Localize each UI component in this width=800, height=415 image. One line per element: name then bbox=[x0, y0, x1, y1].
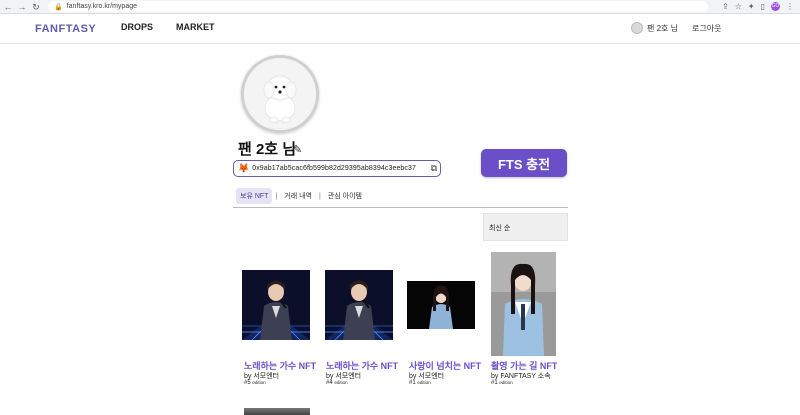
tabs-divider bbox=[233, 207, 568, 208]
address-bar[interactable]: 🔒 fanftasy.kro.kr/mypage bbox=[48, 1, 708, 12]
nft-card-edition: #5 edition bbox=[244, 380, 266, 386]
nav-market[interactable]: MARKET bbox=[176, 22, 215, 32]
nav-drops[interactable]: DROPS bbox=[121, 22, 153, 32]
profile-avatar bbox=[241, 55, 319, 133]
girl-portrait-image bbox=[491, 252, 556, 356]
nft-card-image[interactable] bbox=[325, 270, 393, 340]
sort-label: 최신 순 bbox=[489, 225, 511, 232]
singer-stage-image bbox=[242, 270, 310, 340]
nft-card-edition: #1 edition bbox=[491, 380, 513, 386]
site-header: FANFTASY DROPS MARKET 팬 2호 님 로그아웃 bbox=[0, 14, 800, 44]
site-logo[interactable]: FANFTASY bbox=[35, 23, 96, 35]
wallet-address: 0x9ab17ab5cac6fb599b82d29395ab8394c3eebc… bbox=[252, 165, 417, 172]
menu-icon[interactable]: ⋮ bbox=[786, 2, 794, 11]
nft-card-image[interactable] bbox=[491, 252, 556, 356]
tab-separator: | bbox=[318, 192, 321, 200]
lock-icon: 🔒 bbox=[54, 3, 63, 11]
pencil-icon[interactable]: ✎ bbox=[293, 143, 302, 156]
nft-card-edition: #4 edition bbox=[326, 380, 348, 386]
share-icon[interactable]: ⇪ bbox=[722, 2, 729, 11]
tab-transaction-history[interactable]: 거래 내역 bbox=[280, 188, 316, 204]
wallet-address-box: 🦊 0x9ab17ab5cac6fb599b82d29395ab8394c3ee… bbox=[233, 160, 441, 177]
nft-card-image[interactable] bbox=[407, 281, 475, 329]
browser-toolbar: ← → ↻ 🔒 fanftasy.kro.kr/mypage ⇪ ☆ ✦ ▯ G… bbox=[0, 0, 800, 14]
header-user-name: 팬 2호 님 bbox=[647, 23, 678, 33]
sidebar-icon[interactable]: ▯ bbox=[761, 2, 765, 11]
singer-stage-image bbox=[325, 270, 393, 340]
fts-charge-button[interactable]: FTS 충전 bbox=[481, 149, 567, 177]
profile-name: 팬 2호 님 bbox=[238, 141, 297, 158]
nft-card-edition: #1 edition bbox=[409, 380, 431, 386]
nft-card-image-partial[interactable] bbox=[244, 408, 310, 415]
nft-card-image[interactable] bbox=[242, 270, 310, 340]
user-menu[interactable]: 팬 2호 님 bbox=[631, 22, 678, 34]
girl-portrait-image bbox=[407, 281, 475, 329]
extensions-icon[interactable]: ✦ bbox=[748, 2, 755, 11]
url-text: fanftasy.kro.kr/mypage bbox=[66, 3, 138, 10]
tab-favorites[interactable]: 관심 아이템 bbox=[324, 188, 366, 204]
sort-dropdown[interactable]: 최신 순 bbox=[483, 213, 568, 241]
copy-icon[interactable]: ⧉ bbox=[431, 163, 437, 174]
back-icon[interactable]: ← bbox=[2, 1, 14, 13]
browser-profile-avatar[interactable]: GO bbox=[771, 2, 780, 11]
reload-icon[interactable]: ↻ bbox=[30, 1, 42, 13]
tab-owned-nft[interactable]: 보유 NFT bbox=[236, 188, 273, 204]
logout-link[interactable]: 로그아웃 bbox=[692, 23, 721, 34]
browser-actions: ⇪ ☆ ✦ ▯ GO ⋮ bbox=[722, 2, 794, 11]
profile-tabs: 보유 NFT | 거래 내역 | 관심 아이템 bbox=[236, 188, 366, 204]
forward-icon[interactable]: → bbox=[16, 1, 28, 13]
user-avatar bbox=[631, 22, 643, 34]
metamask-fox-icon: 🦊 bbox=[238, 163, 250, 173]
dog-avatar-image bbox=[244, 58, 316, 130]
tab-separator: | bbox=[275, 192, 278, 200]
star-icon[interactable]: ☆ bbox=[735, 2, 742, 11]
